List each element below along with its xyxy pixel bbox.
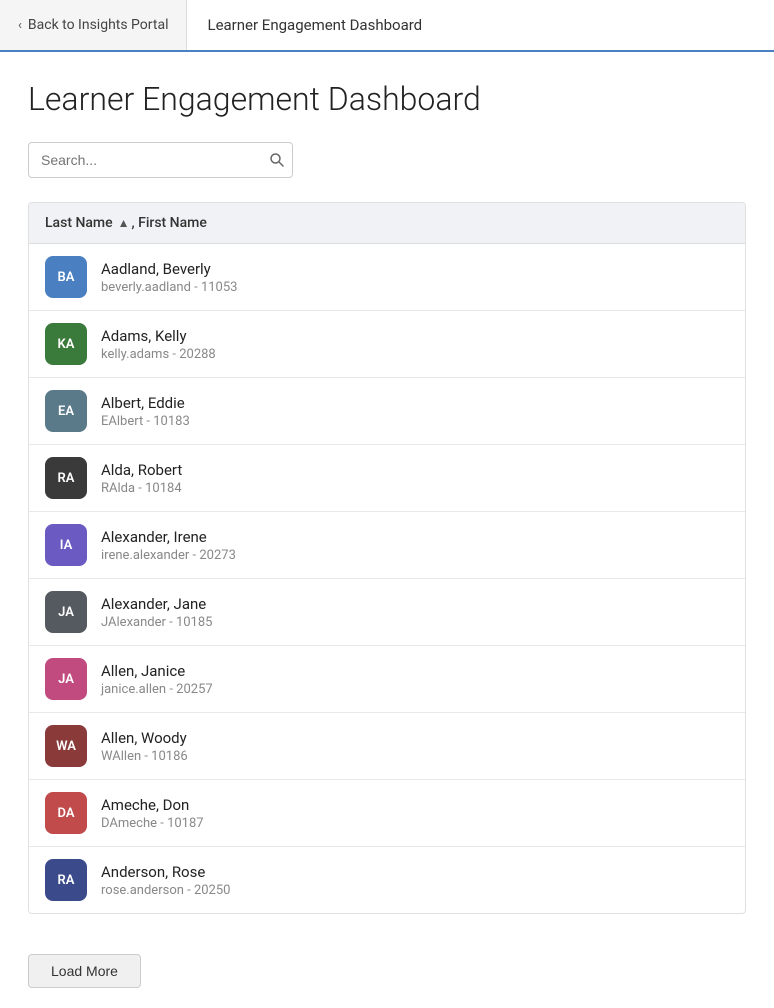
avatar: DA (45, 792, 87, 834)
learner-name: Ameche, Don (101, 796, 204, 814)
column-header-firstname: , First Name (132, 215, 207, 231)
list-item[interactable]: DA Ameche, Don DAmeche - 10187 (29, 780, 745, 847)
learner-username: irene.alexander - 20273 (101, 548, 236, 563)
learner-name: Adams, Kelly (101, 327, 216, 345)
list-item[interactable]: IA Alexander, Irene irene.alexander - 2027… (29, 512, 745, 579)
learner-info: Albert, Eddie EAlbert - 10183 (101, 394, 190, 429)
avatar: WA (45, 725, 87, 767)
learner-username: DAmeche - 10187 (101, 816, 204, 831)
learner-username: beverly.aadland - 11053 (101, 280, 237, 295)
page-title: Learner Engagement Dashboard (28, 80, 746, 118)
sort-arrow-icon: ▲ (115, 216, 130, 230)
top-nav: ‹ Back to Insights Portal Learner Engage… (0, 0, 774, 52)
avatar: JA (45, 591, 87, 633)
learner-username: EAlbert - 10183 (101, 414, 190, 429)
learner-info: Ameche, Don DAmeche - 10187 (101, 796, 204, 831)
learner-name: Alda, Robert (101, 461, 182, 479)
search-wrapper (28, 142, 293, 178)
table-header: Last Name ▲, First Name (29, 203, 745, 244)
load-more-button[interactable]: Load More (28, 954, 141, 988)
avatar: KA (45, 323, 87, 365)
learner-name: Allen, Woody (101, 729, 188, 747)
learner-name: Alexander, Jane (101, 595, 212, 613)
learner-username: kelly.adams - 20288 (101, 347, 216, 362)
learner-info: Alexander, Irene irene.alexander - 20273 (101, 528, 236, 563)
back-link[interactable]: ‹ Back to Insights Portal (0, 0, 187, 50)
list-item[interactable]: KA Adams, Kelly kelly.adams - 20288 (29, 311, 745, 378)
back-arrow-icon: ‹ (18, 18, 22, 33)
list-item[interactable]: BA Aadland, Beverly beverly.aadland - 1105… (29, 244, 745, 311)
list-item[interactable]: RA Anderson, Rose rose.anderson - 20250 (29, 847, 745, 913)
list-item[interactable]: JA Allen, Janice janice.allen - 20257 (29, 646, 745, 713)
learner-info: Aadland, Beverly beverly.aadland - 11053 (101, 260, 237, 295)
learner-table: Last Name ▲, First Name BA Aadland, Bever… (28, 202, 746, 914)
learner-info: Allen, Janice janice.allen - 20257 (101, 662, 213, 697)
column-header-lastname: Last Name (45, 215, 113, 231)
learner-name: Allen, Janice (101, 662, 213, 680)
search-button[interactable] (269, 152, 285, 168)
list-item[interactable]: WA Allen, Woody WAllen - 10186 (29, 713, 745, 780)
learner-username: RAlda - 10184 (101, 481, 182, 496)
main-content: Learner Engagement Dashboard Last Name ▲… (0, 52, 774, 934)
learner-name: Albert, Eddie (101, 394, 190, 412)
learner-name: Alexander, Irene (101, 528, 236, 546)
breadcrumb: Learner Engagement Dashboard (187, 16, 442, 34)
learner-username: janice.allen - 20257 (101, 682, 213, 697)
learner-list: BA Aadland, Beverly beverly.aadland - 1105… (29, 244, 745, 913)
load-more-section: Load More (0, 934, 774, 1008)
search-input[interactable] (28, 142, 293, 178)
learner-info: Anderson, Rose rose.anderson - 20250 (101, 863, 230, 898)
learner-info: Adams, Kelly kelly.adams - 20288 (101, 327, 216, 362)
learner-name: Aadland, Beverly (101, 260, 237, 278)
learner-name: Anderson, Rose (101, 863, 230, 881)
learner-info: Allen, Woody WAllen - 10186 (101, 729, 188, 764)
avatar: EA (45, 390, 87, 432)
search-icon (269, 152, 285, 168)
avatar: IA (45, 524, 87, 566)
avatar: BA (45, 256, 87, 298)
learner-username: rose.anderson - 20250 (101, 883, 230, 898)
list-item[interactable]: RA Alda, Robert RAlda - 10184 (29, 445, 745, 512)
back-label: Back to Insights Portal (28, 17, 169, 33)
avatar: RA (45, 859, 87, 901)
learner-info: Alda, Robert RAlda - 10184 (101, 461, 182, 496)
list-item[interactable]: EA Albert, Eddie EAlbert - 10183 (29, 378, 745, 445)
learner-username: WAllen - 10186 (101, 749, 188, 764)
avatar: JA (45, 658, 87, 700)
list-item[interactable]: JA Alexander, Jane JAlexander - 10185 (29, 579, 745, 646)
learner-username: JAlexander - 10185 (101, 615, 212, 630)
learner-info: Alexander, Jane JAlexander - 10185 (101, 595, 212, 630)
avatar: RA (45, 457, 87, 499)
